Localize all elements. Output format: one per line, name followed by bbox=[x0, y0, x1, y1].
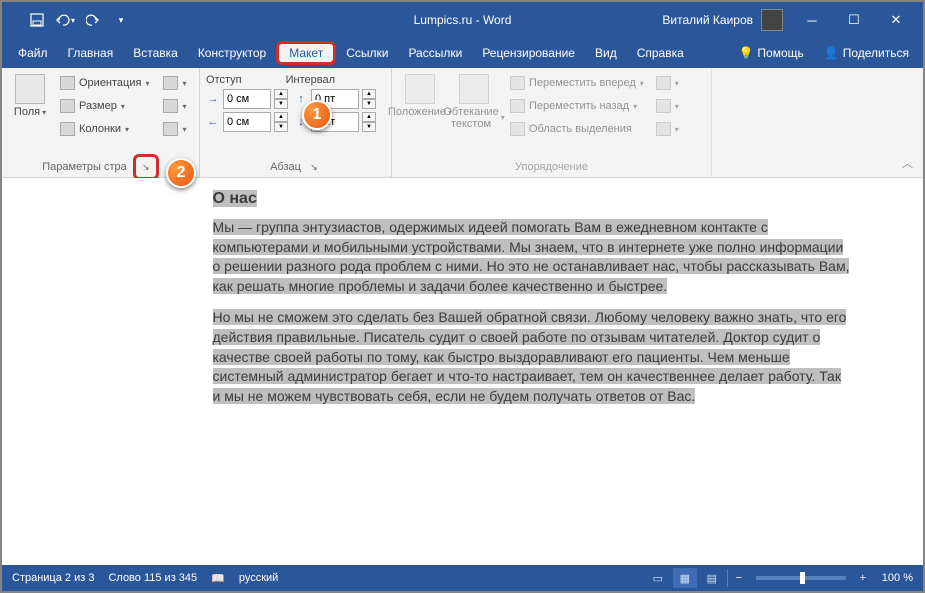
close-button[interactable]: ✕ bbox=[875, 2, 917, 38]
send-backward-button: Переместить назад▾ bbox=[506, 95, 648, 117]
titlebar: ▾ ▾ Lumpics.ru - Word Виталий Каиров ─ ☐… bbox=[2, 2, 923, 38]
indent-label: Отступ bbox=[206, 74, 242, 86]
lightbulb-icon: 💡 bbox=[738, 46, 753, 60]
size-button[interactable]: Размер▾ bbox=[56, 95, 153, 117]
statusbar: Страница 2 из 3 Слово 115 из 345 📖 русск… bbox=[2, 565, 923, 591]
align-icon bbox=[656, 76, 671, 90]
indent-left-field[interactable]: →0 см▲▼ bbox=[206, 88, 288, 110]
tab-file[interactable]: Файл bbox=[8, 41, 58, 65]
quick-access-toolbar: ▾ ▾ bbox=[2, 7, 134, 33]
avatar[interactable] bbox=[761, 9, 783, 31]
doc-heading[interactable]: О нас bbox=[213, 190, 257, 207]
spacing-label: Интервал bbox=[286, 74, 335, 86]
margins-icon bbox=[15, 74, 45, 104]
status-page[interactable]: Страница 2 из 3 bbox=[12, 572, 94, 584]
tab-mailings[interactable]: Рассылки bbox=[398, 41, 472, 65]
page-setup-launcher[interactable]: ↘ bbox=[133, 154, 159, 180]
view-web-layout[interactable]: ▤ bbox=[700, 568, 724, 588]
group-arrange: Положение▾ Обтекание текстом▾ Переместит… bbox=[392, 68, 712, 177]
tab-references[interactable]: Ссылки bbox=[336, 41, 398, 65]
rotate-icon bbox=[656, 122, 671, 136]
group-objects-button: ▾ bbox=[652, 95, 683, 117]
forward-icon bbox=[510, 76, 525, 90]
line-numbers-icon bbox=[163, 99, 178, 113]
line-numbers-button[interactable]: ▾ bbox=[159, 95, 190, 117]
callout-2: 2 bbox=[166, 158, 196, 188]
position-button: Положение▾ bbox=[398, 72, 442, 120]
tab-layout[interactable]: Макет bbox=[276, 41, 336, 65]
indent-right-icon: ← bbox=[206, 115, 220, 129]
redo-icon[interactable] bbox=[80, 7, 106, 33]
tab-review[interactable]: Рецензирование bbox=[472, 41, 585, 65]
tab-insert[interactable]: Вставка bbox=[123, 41, 188, 65]
breaks-icon bbox=[163, 76, 178, 90]
view-read-mode[interactable]: ▭ bbox=[646, 568, 670, 588]
hyphenation-button[interactable]: ▾ bbox=[159, 118, 190, 140]
share-icon: 👤 bbox=[824, 46, 839, 60]
group-page-setup-label: Параметры стра bbox=[42, 161, 126, 173]
ribbon: Поля▾ Ориентация▾ Размер▾ Колонки▾ ▾ ▾ ▾… bbox=[2, 68, 923, 178]
size-icon bbox=[60, 99, 75, 113]
callout-1: 1 bbox=[302, 100, 332, 130]
document-area[interactable]: О нас Мы — группа энтузиастов, одержимых… bbox=[2, 178, 923, 558]
share-button[interactable]: 👤Поделиться bbox=[816, 42, 917, 64]
paragraph-launcher[interactable]: ↘ bbox=[307, 160, 321, 174]
orientation-button[interactable]: Ориентация▾ bbox=[56, 72, 153, 94]
breaks-button[interactable]: ▾ bbox=[159, 72, 190, 94]
rotate-button: ▾ bbox=[652, 118, 683, 140]
bring-forward-button: Переместить вперед▾ bbox=[506, 72, 648, 94]
selection-icon bbox=[510, 122, 525, 136]
zoom-level[interactable]: 100 % bbox=[882, 572, 913, 584]
save-icon[interactable] bbox=[24, 7, 50, 33]
tab-home[interactable]: Главная bbox=[58, 41, 124, 65]
tell-me-button[interactable]: 💡Помощь bbox=[730, 42, 811, 64]
margins-button[interactable]: Поля▾ bbox=[8, 72, 52, 120]
tab-design[interactable]: Конструктор bbox=[188, 41, 276, 65]
tab-view[interactable]: Вид bbox=[585, 41, 627, 65]
zoom-slider[interactable] bbox=[756, 576, 846, 580]
minimize-button[interactable]: ─ bbox=[791, 2, 833, 38]
hyphenation-icon bbox=[163, 122, 178, 136]
orientation-icon bbox=[60, 76, 75, 90]
indent-left-icon: → bbox=[206, 92, 220, 106]
status-proofing-icon[interactable]: 📖 bbox=[211, 572, 225, 585]
ribbon-tabs: Файл Главная Вставка Конструктор Макет С… bbox=[2, 38, 923, 68]
collapse-ribbon-icon[interactable]: ︿ bbox=[902, 155, 913, 171]
position-icon bbox=[405, 74, 435, 104]
indent-right-field[interactable]: ←0 см▲▼ bbox=[206, 111, 288, 133]
backward-icon bbox=[510, 99, 525, 113]
doc-paragraph[interactable]: Но мы не сможем это сделать без Вашей об… bbox=[213, 308, 853, 406]
group-arrange-label: Упорядочение bbox=[515, 161, 588, 173]
selection-pane-button: Область выделения bbox=[506, 118, 648, 140]
align-button: ▾ bbox=[652, 72, 683, 94]
window-title: Lumpics.ru - Word bbox=[414, 13, 512, 27]
qat-customize-icon[interactable]: ▾ bbox=[108, 7, 134, 33]
wrap-text-button: Обтекание текстом▾ bbox=[446, 72, 502, 132]
page: О нас Мы — группа энтузиастов, одержимых… bbox=[73, 190, 853, 406]
tab-help[interactable]: Справка bbox=[627, 41, 694, 65]
wrap-icon bbox=[459, 74, 489, 104]
zoom-in-button[interactable]: + bbox=[855, 572, 871, 584]
columns-button[interactable]: Колонки▾ bbox=[56, 118, 153, 140]
status-language[interactable]: русский bbox=[239, 572, 278, 584]
columns-icon bbox=[60, 122, 75, 136]
zoom-out-button[interactable]: − bbox=[731, 572, 747, 584]
status-words[interactable]: Слово 115 из 345 bbox=[108, 572, 197, 584]
doc-paragraph[interactable]: Мы — группа энтузиастов, одержимых идеей… bbox=[213, 218, 853, 296]
group-paragraph: Отступ Интервал →0 см▲▼ ←0 см▲▼ ↑0 пт▲▼ … bbox=[200, 68, 392, 177]
user-name[interactable]: Виталий Каиров bbox=[662, 13, 753, 27]
undo-icon[interactable]: ▾ bbox=[52, 7, 78, 33]
view-print-layout[interactable]: ▦ bbox=[673, 568, 697, 588]
group-icon bbox=[656, 99, 671, 113]
maximize-button[interactable]: ☐ bbox=[833, 2, 875, 38]
group-paragraph-label: Абзац bbox=[270, 161, 301, 173]
